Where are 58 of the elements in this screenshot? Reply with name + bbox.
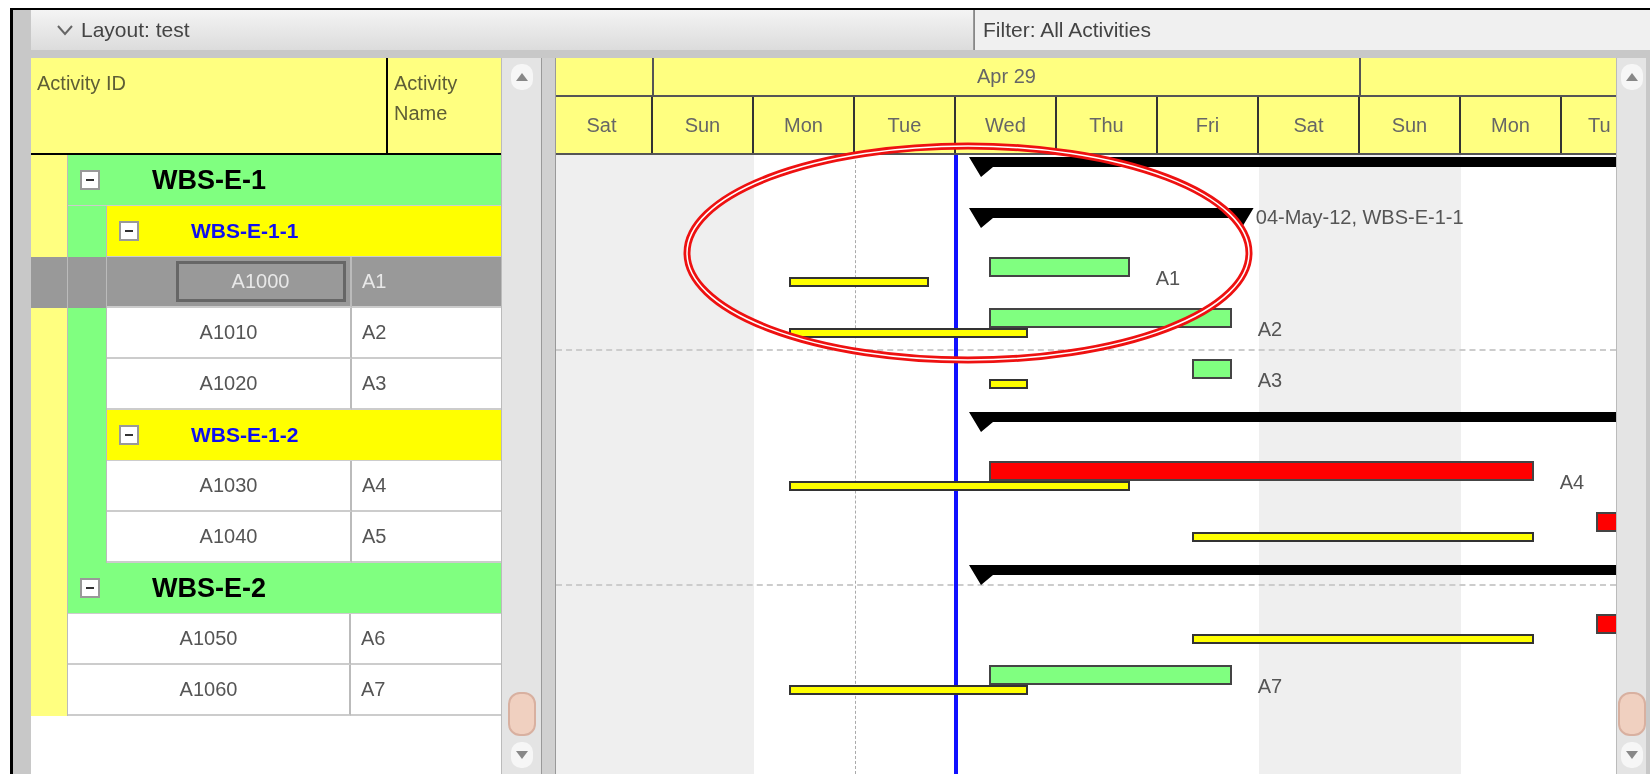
scrollbar[interactable] [501, 58, 541, 774]
collapse-icon[interactable] [80, 578, 100, 598]
baseline-bar [989, 379, 1028, 389]
scroll-thumb[interactable] [507, 692, 536, 736]
bar-label: A3 [1257, 369, 1283, 392]
bar-label: A1 [1155, 267, 1181, 290]
month-header: Apr 29 [651, 58, 1361, 95]
splitter[interactable] [541, 58, 556, 774]
activity-id-cell[interactable]: A1050 [68, 614, 351, 665]
wbs-name: WBS-E-1 [152, 164, 266, 196]
activity-id-cell[interactable]: A1010 [107, 308, 352, 359]
indent-band [31, 665, 68, 716]
activity-id-cell[interactable]: A1040 [107, 512, 352, 563]
wbs-name: WBS-E-1-1 [191, 219, 299, 243]
column-header[interactable]: Activity ID [31, 58, 388, 153]
collapse-icon[interactable] [80, 170, 100, 190]
wbs-row[interactable]: WBS-E-1-1 [107, 206, 501, 257]
wbs-row[interactable]: WBS-E-1-2 [107, 410, 501, 461]
indent-band [68, 308, 107, 359]
indent-band [68, 206, 107, 257]
day-header: Mon [753, 97, 855, 153]
day-header: Thu [1056, 97, 1158, 153]
bar-label: A7 [1257, 675, 1283, 698]
indent-band [31, 206, 68, 257]
day-header: Sun [652, 97, 754, 153]
scroll-down-icon[interactable] [1625, 751, 1638, 759]
day-header: Sat [556, 97, 653, 153]
wbs-name: WBS-E-1-2 [191, 423, 299, 447]
day-header: Wed [955, 97, 1057, 153]
scrollbar[interactable] [1616, 58, 1646, 774]
column-header[interactable]: Activity Name [388, 58, 501, 153]
scroll-thumb[interactable] [1617, 692, 1646, 736]
chevron-down-icon[interactable] [57, 24, 73, 36]
bar-label: 04-May-12, WBS-E-1-1 [1255, 206, 1464, 229]
wbs-row[interactable]: WBS-E-2 [68, 563, 501, 614]
activity-id-cell[interactable]: A1020 [107, 359, 352, 410]
scroll-down-icon[interactable] [515, 751, 528, 759]
day-header: Sat [1258, 97, 1360, 153]
day-header: Sun [1359, 97, 1461, 153]
layout-label: Layout: test [81, 18, 190, 42]
scroll-up-icon[interactable] [1625, 73, 1638, 81]
day-header: Fri [1157, 97, 1259, 153]
wbs-row[interactable]: WBS-E-1 [68, 155, 501, 206]
activity-id-cell[interactable]: A1030 [107, 461, 352, 512]
collapse-icon[interactable] [119, 425, 139, 445]
scroll-up-icon[interactable] [515, 73, 528, 81]
layout-bar[interactable]: Layout: test [31, 10, 974, 50]
collapse-icon[interactable] [119, 221, 139, 241]
indent-band [31, 308, 68, 359]
activity-id-cell[interactable]: A1060 [68, 665, 351, 716]
indent-band [31, 257, 68, 308]
day-header: Tue [854, 97, 956, 153]
bar-label: A4 [1559, 471, 1585, 494]
indent-band [68, 257, 107, 308]
wbs-name: WBS-E-2 [152, 572, 266, 604]
bar-label: A2 [1257, 318, 1283, 341]
filter-bar[interactable]: Filter: All Activities [974, 10, 1650, 50]
day-header: Mon [1460, 97, 1562, 153]
